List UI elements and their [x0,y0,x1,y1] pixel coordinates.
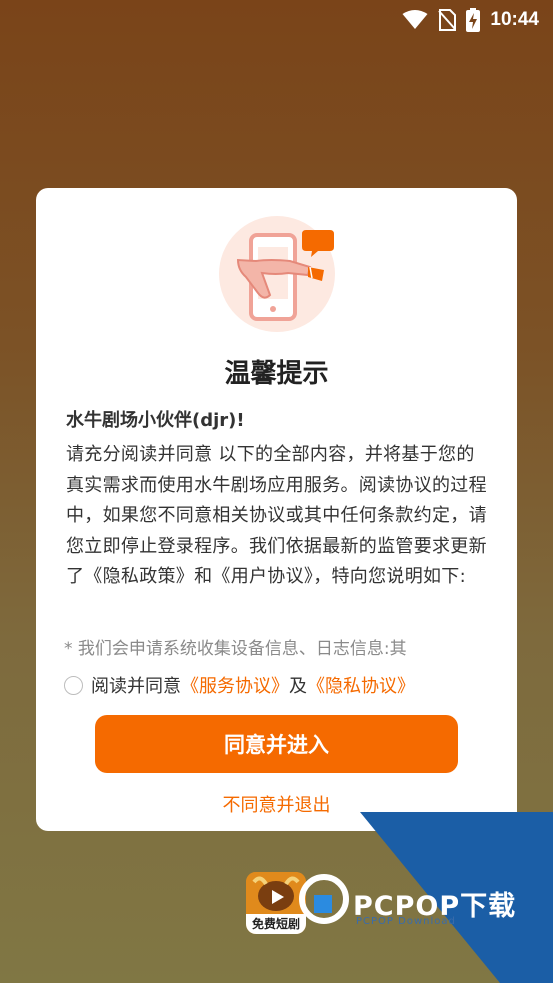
permission-note[interactable]: * 我们会申请系统收集设备信息、日志信息:其 [64,634,494,659]
privacy-agreement-link[interactable]: 《隐私协议》 [307,672,415,698]
service-agreement-link[interactable]: 《服务协议》 [181,672,289,698]
conjunction-label: 及 [289,676,307,697]
app-icon-label: 免费短剧 [246,914,306,934]
watermark-subtext: PCPOP Download [356,916,456,927]
greeting-text: 水牛剧场小伙伴(djr)! [66,410,245,431]
no-sim-icon [438,9,457,31]
phone-hand-illustration [218,215,336,333]
agree-prefix-label: 阅读并同意 [91,676,181,697]
agreement-row: 阅读并同意 《服务协议》 及 《隐私协议》 [64,672,415,698]
dialog-title: 温馨提示 [224,359,329,389]
buffalo-logo-icon [246,872,306,914]
dialog-body: 请充分阅读并同意 以下的全部内容，并将基于您的真实需求而使用水牛剧场应用服务。阅… [66,444,487,587]
agree-checkbox[interactable] [64,675,83,695]
wifi-icon [402,10,428,30]
app-icon: 免费短剧 [246,872,306,934]
agree-and-enter-button[interactable]: 同意并进入 [95,715,458,773]
battery-charging-icon [466,8,481,32]
status-bar: 10:44 [0,0,553,40]
watermark-logo-icon [298,873,350,929]
privacy-dialog: 温馨提示 水牛剧场小伙伴(djr)! 请充分阅读并同意 以下的全部内容，并将基于… [36,188,517,831]
clock: 10:44 [490,9,539,30]
